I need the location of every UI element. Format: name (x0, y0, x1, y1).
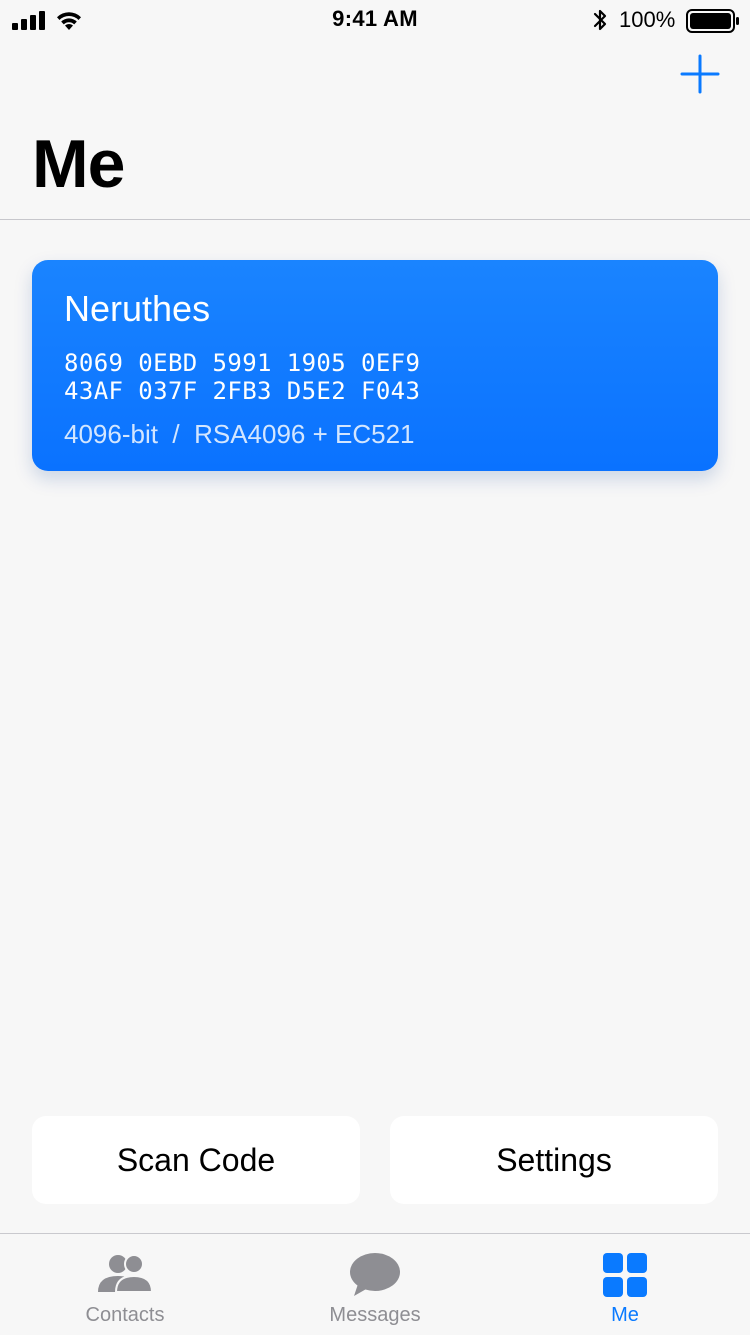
key-meta: 4096-bit / RSA4096 + EC521 (64, 419, 415, 449)
tab-contacts[interactable]: Contacts (0, 1234, 250, 1335)
tab-contacts-label: Contacts (85, 1304, 165, 1326)
bluetooth-icon (593, 9, 607, 31)
battery-icon (686, 9, 739, 33)
messages-icon (350, 1253, 400, 1296)
tab-me[interactable]: Me (500, 1234, 750, 1335)
scan-code-button[interactable]: Scan Code (32, 1116, 360, 1204)
settings-button[interactable]: Settings (390, 1116, 718, 1204)
key-card[interactable]: Neruthes 8069 0EBD 5991 1905 0EF9 43AF 0… (32, 260, 718, 471)
title-divider (0, 219, 750, 220)
fingerprint-line-2: 43AF 037F 2FB3 D5E2 F043 (64, 377, 421, 405)
tab-messages[interactable]: Messages (250, 1234, 500, 1335)
add-button[interactable] (678, 52, 722, 96)
grid-icon (603, 1253, 647, 1297)
contacts-icon (98, 1254, 154, 1293)
status-bar: 9:41 AM 100% (0, 0, 750, 40)
fingerprint-line-1: 8069 0EBD 5991 1905 0EF9 (64, 349, 421, 377)
battery-percent: 100% (619, 7, 676, 32)
tab-bar: Contacts Messages Me (0, 1233, 750, 1335)
key-owner-name: Neruthes (64, 288, 211, 329)
tab-me-label: Me (611, 1304, 639, 1326)
page-title: Me (32, 126, 125, 202)
key-fingerprint: 8069 0EBD 5991 1905 0EF9 43AF 037F 2FB3 … (64, 349, 420, 405)
tab-messages-label: Messages (329, 1304, 421, 1326)
